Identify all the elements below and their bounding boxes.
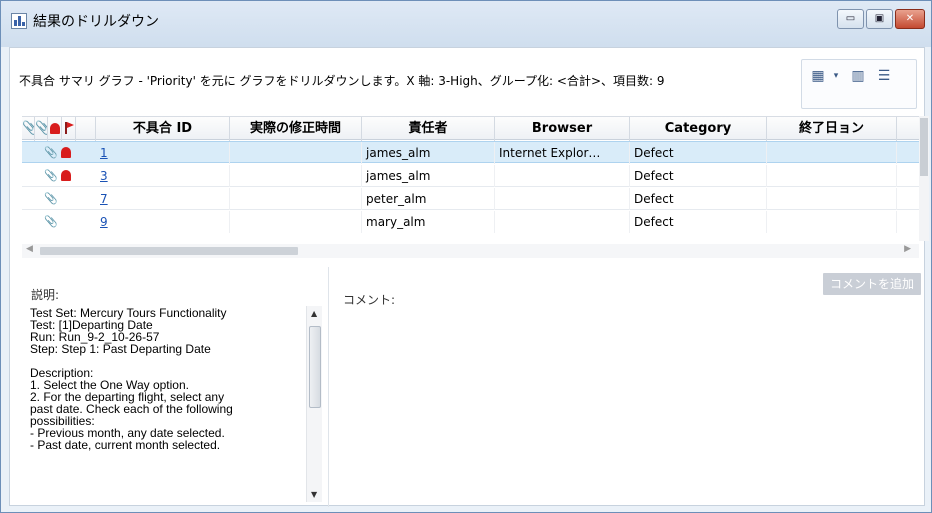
blank-col-header[interactable] bbox=[76, 117, 96, 141]
description-text[interactable]: Test Set: Mercury Tours Functionality Te… bbox=[30, 307, 306, 503]
grid-horizontal-scroll-thumb[interactable] bbox=[40, 247, 298, 255]
columns-icon[interactable]: ▥ bbox=[849, 67, 867, 85]
cell-owner: james_alm bbox=[362, 142, 495, 164]
cell-category: Defect bbox=[630, 188, 767, 210]
description-scroll-thumb[interactable] bbox=[309, 326, 321, 408]
comment-label: コメント: bbox=[343, 293, 396, 307]
col-header-id[interactable]: 不具合 ID bbox=[96, 117, 230, 141]
grid-vertical-scroll-thumb[interactable] bbox=[920, 118, 928, 176]
cell-id[interactable]: 9 bbox=[96, 211, 230, 233]
cell-fix-time bbox=[230, 211, 362, 233]
scroll-right-icon[interactable]: ▶ bbox=[904, 244, 911, 254]
close-button[interactable]: ✕ bbox=[895, 9, 925, 29]
table-row[interactable]: 📎 7 peter_alm Defect bbox=[22, 188, 919, 210]
scroll-left-icon[interactable]: ◀ bbox=[26, 244, 33, 254]
add-comment-button[interactable]: コメントを追加 bbox=[823, 273, 921, 295]
cell-owner: james_alm bbox=[362, 165, 495, 187]
cell-fix-time bbox=[230, 142, 362, 164]
alert-icon bbox=[61, 147, 71, 158]
scroll-up-icon[interactable]: ▲ bbox=[311, 309, 317, 318]
cell-owner: peter_alm bbox=[362, 188, 495, 210]
attachment-col-icon[interactable]: 📎 bbox=[22, 117, 35, 141]
restore-button[interactable]: ▣ bbox=[866, 9, 893, 29]
window-title: 結果のドリルダウン bbox=[33, 14, 159, 30]
details-splitter[interactable] bbox=[328, 267, 329, 507]
cell-browser: Internet Explor… bbox=[495, 142, 630, 164]
cell-browser bbox=[495, 211, 630, 233]
cell-closed-date bbox=[767, 188, 897, 210]
col-header-fix-time[interactable]: 実際の修正時間 bbox=[230, 117, 362, 141]
grid-header: 📎 📎 不具合 ID 実際の修正時間 責任者 Browser Category … bbox=[22, 116, 919, 141]
grid-horizontal-scrollbar[interactable]: ◀ ▶ bbox=[22, 244, 919, 258]
cell-id[interactable]: 3 bbox=[96, 165, 230, 187]
grid-settings-icon[interactable]: ▦ bbox=[809, 67, 827, 85]
cell-fix-time bbox=[230, 165, 362, 187]
grid-vertical-scrollbar[interactable] bbox=[919, 116, 929, 241]
report-icon[interactable]: ☰ bbox=[875, 67, 893, 85]
minimize-button[interactable]: ▭ bbox=[837, 9, 864, 29]
cell-browser bbox=[495, 188, 630, 210]
description-label: 説明: bbox=[31, 288, 60, 302]
drilldown-summary: 不具合 サマリ グラフ - 'Priority' を元に グラフをドリルダウンし… bbox=[19, 74, 665, 88]
col-header-closed-date[interactable]: 終了日ョン bbox=[767, 117, 897, 141]
attachment-icon: 📎 bbox=[44, 169, 58, 182]
title-bar[interactable]: 結果のドリルダウン ▭ ▣ ✕ bbox=[1, 1, 931, 47]
cell-id[interactable]: 1 bbox=[96, 142, 230, 164]
col-header-browser[interactable]: Browser bbox=[495, 117, 630, 141]
attachment-col-icon-2[interactable]: 📎 bbox=[35, 117, 48, 141]
table-row[interactable]: 📎 1 james_alm Internet Explor… Defect bbox=[22, 141, 919, 164]
scroll-down-icon[interactable]: ▼ bbox=[311, 490, 317, 499]
attachment-icon: 📎 bbox=[44, 146, 58, 159]
attachment-icon: 📎 bbox=[44, 215, 58, 228]
cell-fix-time bbox=[230, 188, 362, 210]
cell-closed-date bbox=[767, 165, 897, 187]
table-row[interactable]: 📎 3 james_alm Defect bbox=[22, 165, 919, 187]
cell-closed-date bbox=[767, 142, 897, 164]
table-row[interactable]: 📎 9 mary_alm Defect bbox=[22, 211, 919, 233]
chart-app-icon bbox=[11, 13, 27, 29]
col-header-category[interactable]: Category bbox=[630, 117, 767, 141]
cell-closed-date bbox=[767, 211, 897, 233]
alert-col-icon[interactable] bbox=[48, 117, 62, 141]
cell-id[interactable]: 7 bbox=[96, 188, 230, 210]
cell-category: Defect bbox=[630, 211, 767, 233]
alert-icon bbox=[61, 170, 71, 181]
drilldown-window: 結果のドリルダウン ▭ ▣ ✕ 不具合 サマリ グラフ - 'Priority'… bbox=[0, 0, 932, 513]
cell-owner: mary_alm bbox=[362, 211, 495, 233]
cell-category: Defect bbox=[630, 165, 767, 187]
attachment-icon: 📎 bbox=[44, 192, 58, 205]
dropdown-arrow-icon[interactable]: ▾ bbox=[827, 67, 845, 85]
col-header-owner[interactable]: 責任者 bbox=[362, 117, 495, 141]
cell-category: Defect bbox=[630, 142, 767, 164]
description-scrollbar[interactable]: ▲ ▼ bbox=[306, 306, 322, 502]
flag-col-icon[interactable] bbox=[62, 117, 76, 141]
cell-browser bbox=[495, 165, 630, 187]
